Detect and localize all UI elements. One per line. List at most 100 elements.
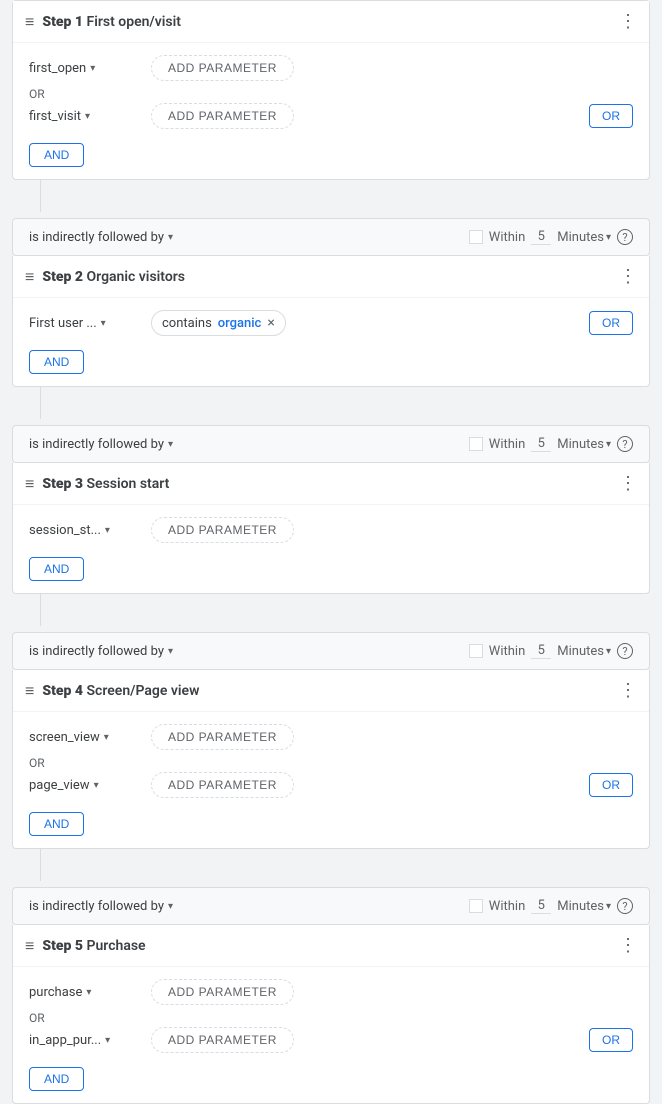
within-unit-3[interactable]: Minutes ▾ (557, 644, 611, 659)
event-row-2-1: First user ... ▾ contains organic × OR (29, 310, 633, 336)
step-title-3: Step 3 Session start (42, 476, 619, 492)
add-param-btn-3-1[interactable]: ADD PARAMETER (151, 517, 294, 543)
and-btn-4[interactable]: AND (29, 812, 84, 836)
event-row-4-2: page_view ▾ ADD PARAMETER OR (29, 772, 633, 798)
within-unit-2[interactable]: Minutes ▾ (557, 437, 611, 452)
within-checkbox-4[interactable] (469, 899, 483, 913)
within-checkbox-2[interactable] (469, 437, 483, 451)
and-btn-5[interactable]: AND (29, 1067, 84, 1091)
dropdown-arrow-5-2: ▾ (105, 1035, 110, 1046)
or-label-5: OR (29, 1011, 633, 1025)
dropdown-arrow-4-1: ▾ (104, 732, 109, 743)
step-header-4: ≡ Step 4 Screen/Page view ⋮ (13, 670, 649, 712)
condition-bar-2: is indirectly followed by ▾ Within 5 Min… (12, 425, 650, 463)
within-number-1: 5 (531, 229, 551, 245)
condition-bar-4: is indirectly followed by ▾ Within 5 Min… (12, 887, 650, 925)
event-label-4-1[interactable]: screen_view ▾ (29, 730, 139, 745)
within-section-3: Within 5 Minutes ▾ ? (469, 643, 633, 659)
or-btn-1[interactable]: OR (589, 104, 633, 128)
step-menu-icon-4: ≡ (25, 681, 34, 701)
and-btn-1[interactable]: AND (29, 143, 84, 167)
connector-line-1 (40, 180, 41, 212)
event-row-5-1: purchase ▾ ADD PARAMETER (29, 979, 633, 1005)
condition-arrow-1: ▾ (168, 232, 173, 243)
condition-dropdown-1[interactable]: is indirectly followed by ▾ (29, 230, 173, 245)
help-icon-4[interactable]: ? (617, 898, 633, 914)
more-vert-icon-1[interactable]: ⋮ (619, 11, 637, 32)
step-title-1: Step 1 First open/visit (42, 14, 619, 30)
add-param-btn-1-2[interactable]: ADD PARAMETER (151, 103, 294, 129)
condition-dropdown-2[interactable]: is indirectly followed by ▾ (29, 437, 173, 452)
within-number-2: 5 (531, 436, 551, 452)
add-param-btn-4-2[interactable]: ADD PARAMETER (151, 772, 294, 798)
event-row-1-2: first_visit ▾ ADD PARAMETER OR (29, 103, 633, 129)
condition-arrow-3: ▾ (168, 646, 173, 657)
connector-wrapper-3 (12, 594, 650, 626)
add-param-btn-5-2[interactable]: ADD PARAMETER (151, 1027, 294, 1053)
or-label-4: OR (29, 756, 633, 770)
more-vert-icon-4[interactable]: ⋮ (619, 680, 637, 701)
within-section-2: Within 5 Minutes ▾ ? (469, 436, 633, 452)
dropdown-arrow-3-1: ▾ (105, 525, 110, 536)
event-label-4-2[interactable]: page_view ▾ (29, 778, 139, 793)
within-unit-1[interactable]: Minutes ▾ (557, 230, 611, 245)
event-label-3-1[interactable]: session_st... ▾ (29, 523, 139, 538)
unit-arrow-2: ▾ (606, 439, 611, 450)
condition-bar-3: is indirectly followed by ▾ Within 5 Min… (12, 632, 650, 670)
add-param-btn-4-1[interactable]: ADD PARAMETER (151, 724, 294, 750)
add-param-btn-1-1[interactable]: ADD PARAMETER (151, 55, 294, 81)
step-menu-icon-5: ≡ (25, 936, 34, 956)
step-title-5: Step 5 Purchase (42, 938, 619, 954)
and-btn-3[interactable]: AND (29, 557, 84, 581)
add-param-btn-5-1[interactable]: ADD PARAMETER (151, 979, 294, 1005)
within-unit-4[interactable]: Minutes ▾ (557, 899, 611, 914)
or-btn-2[interactable]: OR (589, 311, 633, 335)
help-icon-2[interactable]: ? (617, 436, 633, 452)
condition-dropdown-4[interactable]: is indirectly followed by ▾ (29, 899, 173, 914)
contains-chip-2: contains organic × (151, 310, 286, 336)
or-btn-4[interactable]: OR (589, 773, 633, 797)
help-icon-1[interactable]: ? (617, 229, 633, 245)
within-section-4: Within 5 Minutes ▾ ? (469, 898, 633, 914)
or-btn-5[interactable]: OR (589, 1028, 633, 1052)
event-row-3-1: session_st... ▾ ADD PARAMETER (29, 517, 633, 543)
within-number-3: 5 (531, 643, 551, 659)
chip-close-2[interactable]: × (267, 315, 274, 331)
event-row-5-2: in_app_pur... ▾ ADD PARAMETER OR (29, 1027, 633, 1053)
event-label-5-2[interactable]: in_app_pur... ▾ (29, 1033, 139, 1048)
event-label-2-1[interactable]: First user ... ▾ (29, 316, 139, 331)
step-menu-icon-1: ≡ (25, 12, 34, 32)
more-vert-icon-3[interactable]: ⋮ (619, 473, 637, 494)
condition-bar-1: is indirectly followed by ▾ Within 5 Min… (12, 218, 650, 256)
event-label-1-1[interactable]: first_open ▾ (29, 61, 139, 76)
step-block-4: ≡ Step 4 Screen/Page view ⋮ screen_view … (12, 670, 650, 849)
connector-line-4 (40, 849, 41, 881)
event-label-5-1[interactable]: purchase ▾ (29, 985, 139, 1000)
connector-wrapper-4 (12, 849, 650, 881)
within-checkbox-3[interactable] (469, 644, 483, 658)
help-icon-3[interactable]: ? (617, 643, 633, 659)
within-number-4: 5 (531, 898, 551, 914)
step-title-4: Step 4 Screen/Page view (42, 683, 619, 699)
within-checkbox-1[interactable] (469, 230, 483, 244)
unit-arrow-1: ▾ (606, 232, 611, 243)
step-body-4: screen_view ▾ ADD PARAMETER OR page_view… (13, 712, 649, 848)
connector-line-3 (40, 594, 41, 626)
step-menu-icon-2: ≡ (25, 267, 34, 287)
step-block-5: ≡ Step 5 Purchase ⋮ purchase ▾ ADD PARAM… (12, 925, 650, 1104)
step-menu-icon-3: ≡ (25, 474, 34, 494)
more-vert-icon-5[interactable]: ⋮ (619, 935, 637, 956)
and-btn-2[interactable]: AND (29, 350, 84, 374)
step-block-3: ≡ Step 3 Session start ⋮ session_st... ▾… (12, 463, 650, 594)
condition-dropdown-3[interactable]: is indirectly followed by ▾ (29, 644, 173, 659)
page-container: ≡ Step 1 First open/visit ⋮ first_open ▾… (0, 0, 662, 1104)
step-header-3: ≡ Step 3 Session start ⋮ (13, 463, 649, 505)
step-header-5: ≡ Step 5 Purchase ⋮ (13, 925, 649, 967)
unit-arrow-3: ▾ (606, 646, 611, 657)
event-label-1-2[interactable]: first_visit ▾ (29, 109, 139, 124)
more-vert-icon-2[interactable]: ⋮ (619, 266, 637, 287)
dropdown-arrow-2: ▾ (85, 111, 90, 122)
condition-arrow-4: ▾ (168, 901, 173, 912)
step-body-5: purchase ▾ ADD PARAMETER OR in_app_pur..… (13, 967, 649, 1103)
dropdown-arrow: ▾ (90, 63, 95, 74)
